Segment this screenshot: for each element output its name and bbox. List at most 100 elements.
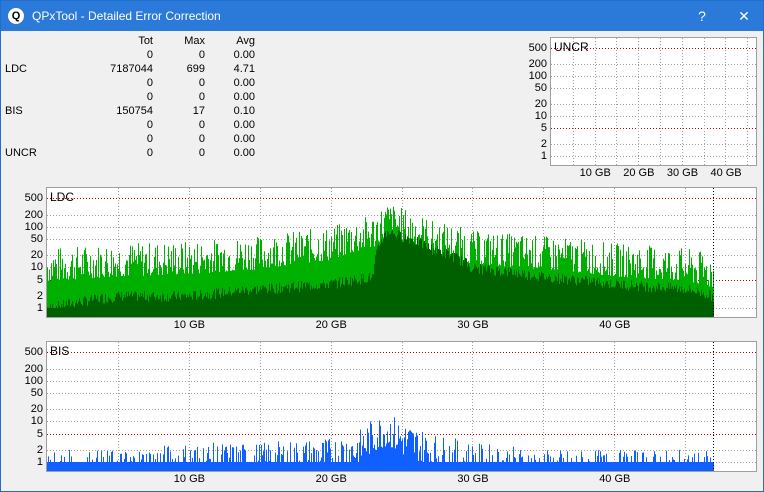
bar — [456, 461, 457, 471]
bar-base — [349, 284, 350, 317]
bar-base — [243, 290, 244, 317]
bar-base — [488, 264, 489, 317]
y-tick-label: 200 — [24, 362, 43, 375]
bar-base — [204, 296, 205, 317]
bar-base — [704, 296, 705, 317]
bar — [297, 452, 298, 471]
bar — [268, 444, 269, 471]
bar — [275, 452, 276, 471]
bar-base — [546, 276, 547, 317]
bar — [567, 451, 568, 471]
bar — [661, 461, 662, 471]
bar-base — [348, 285, 349, 317]
bar-base — [109, 298, 110, 317]
bar — [354, 457, 355, 471]
bar-base — [398, 230, 399, 317]
bar-base — [476, 266, 477, 317]
bar — [569, 461, 570, 471]
bar-base — [244, 293, 245, 317]
stats-row: 0 0 0.00 — [1, 76, 271, 90]
bar-base — [659, 284, 660, 317]
bar — [366, 451, 367, 471]
bar-base — [250, 289, 251, 317]
bar — [579, 461, 580, 471]
bar — [89, 452, 90, 471]
bar — [312, 461, 313, 471]
bar-base — [709, 290, 710, 317]
bar — [295, 461, 296, 471]
bar-base — [489, 266, 490, 317]
bar-base — [364, 281, 365, 317]
bar — [506, 457, 507, 471]
bar — [610, 461, 611, 471]
bar — [186, 461, 187, 471]
bar-base — [444, 248, 445, 317]
bar-base — [380, 243, 381, 317]
stats-cell-avg: 0.00 — [233, 49, 255, 61]
bar — [274, 461, 275, 471]
bar-base — [228, 291, 229, 317]
bar — [150, 454, 151, 471]
bis-chart: BIS — [46, 341, 757, 472]
bar — [109, 455, 110, 471]
bar — [204, 461, 205, 471]
bar-base — [225, 294, 226, 317]
bar — [470, 461, 471, 471]
bar — [258, 460, 259, 471]
bar-base — [474, 263, 475, 317]
bar-base — [672, 286, 673, 317]
bar — [229, 457, 230, 471]
bar-base — [395, 236, 396, 317]
bar-base — [585, 276, 586, 317]
bar-base — [439, 249, 440, 317]
bar-base — [397, 234, 398, 317]
bar-base — [556, 277, 557, 317]
bar-base — [339, 277, 340, 317]
bar-base — [456, 253, 457, 317]
bar-base — [177, 293, 178, 317]
bar — [361, 455, 362, 471]
bar-base — [442, 256, 443, 317]
x-tick-label: 30 GB — [666, 167, 699, 179]
close-button[interactable]: ✕ — [729, 3, 759, 29]
bar-base — [301, 280, 302, 317]
bar-base — [686, 291, 687, 317]
bar — [380, 425, 381, 471]
bar-base — [693, 290, 694, 317]
bar — [172, 458, 173, 471]
bar-base — [327, 283, 328, 317]
bar-base — [420, 238, 421, 317]
bar — [592, 461, 593, 471]
bar — [356, 453, 357, 471]
bar-base — [601, 285, 602, 317]
bar — [574, 461, 575, 471]
bar-base — [658, 282, 659, 317]
help-button[interactable]: ? — [687, 3, 717, 29]
bar-base — [396, 237, 397, 317]
bar-base — [72, 301, 73, 317]
bar — [580, 461, 581, 471]
bar-base — [406, 239, 407, 317]
bar-base — [309, 282, 310, 317]
stats-cell-tot: 0 — [146, 133, 153, 145]
bar-base — [282, 291, 283, 317]
bar — [667, 461, 668, 471]
bar — [226, 446, 227, 471]
bar-base — [526, 276, 527, 317]
bar — [280, 461, 281, 471]
bar-base — [110, 299, 111, 317]
bar — [319, 461, 320, 471]
stats-cell-max: 0 — [198, 147, 205, 159]
bar — [123, 461, 124, 471]
stats-cell-tot: 0 — [146, 147, 153, 159]
bar — [593, 461, 594, 471]
bar — [680, 461, 681, 471]
bar — [347, 461, 348, 471]
bar — [180, 461, 181, 471]
bar-base — [312, 288, 313, 317]
bar-base — [636, 283, 637, 317]
stats-cell-avg: 0.00 — [233, 77, 255, 89]
bar — [233, 447, 234, 471]
bar — [649, 461, 650, 471]
bar — [245, 450, 246, 471]
